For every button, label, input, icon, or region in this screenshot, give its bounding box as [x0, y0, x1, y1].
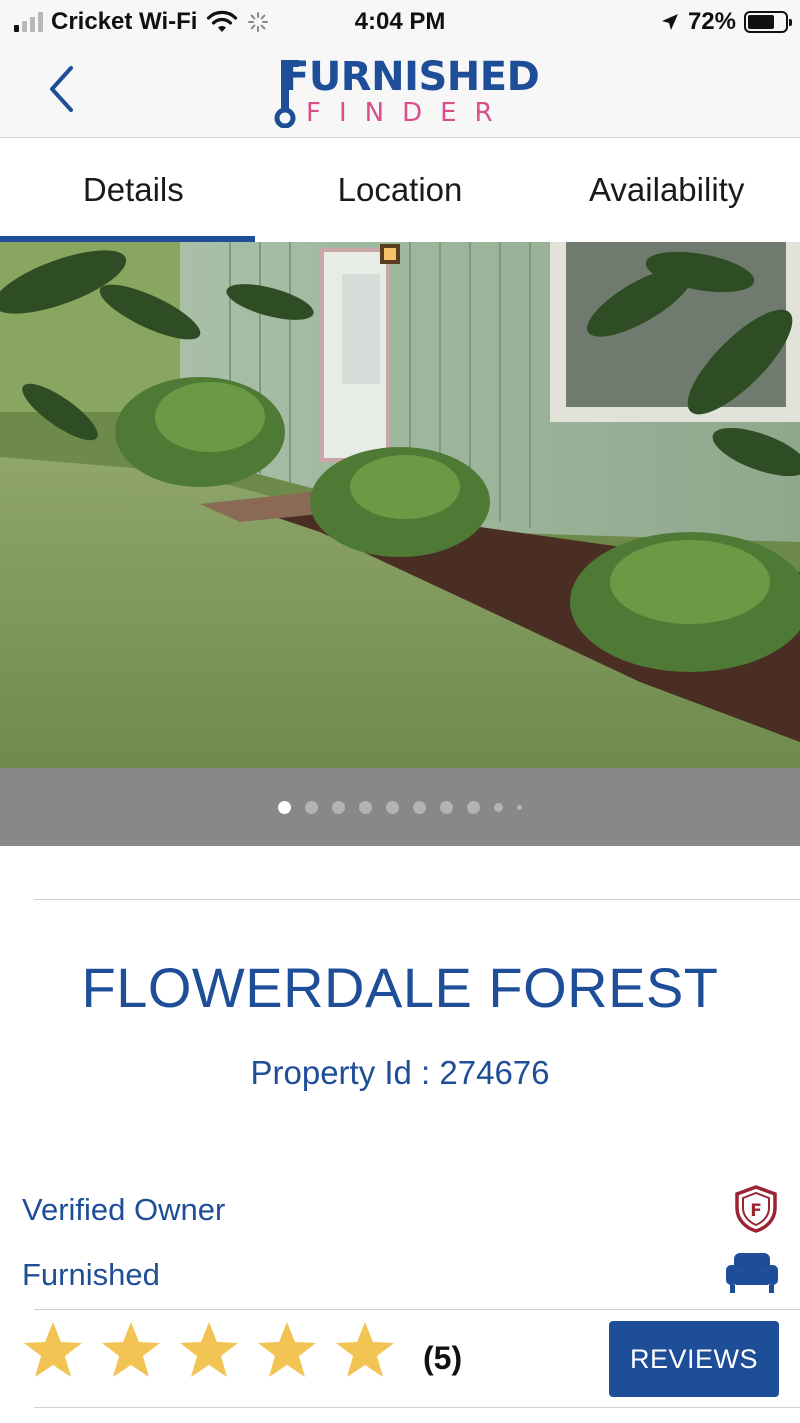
- review-count: (5): [423, 1340, 463, 1376]
- tab-bar: Details Location Availability: [0, 138, 800, 242]
- pager-dot[interactable]: [305, 800, 318, 814]
- pager-dot[interactable]: [494, 802, 503, 812]
- status-bar: Cricket Wi-Fi 4:04 PM 72%: [0, 0, 800, 46]
- star-rating: [22, 1320, 396, 1380]
- pager-dot[interactable]: [386, 800, 399, 814]
- divider-bottom: [34, 1407, 800, 1408]
- logo-wordmark-bottom: FINDER: [306, 98, 511, 128]
- star-icon: [180, 1322, 238, 1377]
- divider-top: [34, 899, 800, 900]
- property-id: Property Id : 274676: [250, 1054, 550, 1091]
- back-button[interactable]: [40, 64, 84, 114]
- battery-percent: 72%: [687, 8, 736, 35]
- status-right: 72%: [660, 8, 792, 36]
- tab-location[interactable]: Location: [267, 138, 534, 242]
- tab-details[interactable]: Details: [0, 138, 267, 242]
- star-icon: [336, 1322, 394, 1377]
- shield-verified-icon: F: [735, 1185, 777, 1233]
- pager-dot[interactable]: [359, 800, 372, 814]
- star-icon: [24, 1322, 82, 1377]
- pager-dot[interactable]: [278, 800, 291, 814]
- tab-availability[interactable]: Availability: [533, 138, 800, 242]
- photo-pager: [0, 768, 800, 846]
- property-title: FLOWERDALE FOREST: [81, 956, 719, 1019]
- divider-rating: [34, 1309, 800, 1310]
- pager-dot[interactable]: [413, 800, 426, 814]
- furnished-finder-logo: FURNISHED FINDER: [272, 54, 540, 130]
- navigation-bar: FURNISHED FINDER: [0, 46, 800, 138]
- location-arrow-icon: [661, 14, 678, 30]
- star-icon: [258, 1322, 316, 1377]
- battery-icon: [744, 11, 792, 33]
- sofa-icon: [726, 1253, 778, 1293]
- battery-fill: [748, 15, 774, 29]
- pager-dot[interactable]: [440, 800, 453, 814]
- pager-dot[interactable]: [332, 800, 345, 814]
- chevron-left-icon: [50, 66, 73, 112]
- pager-dot[interactable]: [467, 800, 480, 814]
- star-icon: [102, 1322, 160, 1377]
- property-photo-image: [0, 242, 800, 768]
- pager-dot[interactable]: [517, 804, 522, 810]
- logo-wordmark-top: FURNISHED: [282, 54, 540, 100]
- property-photo[interactable]: [0, 242, 800, 768]
- feature-furnished: Furnished: [22, 1257, 160, 1292]
- reviews-button[interactable]: REVIEWS: [609, 1321, 779, 1397]
- feature-verified-owner: Verified Owner: [22, 1192, 226, 1227]
- svg-text:F: F: [750, 1201, 762, 1221]
